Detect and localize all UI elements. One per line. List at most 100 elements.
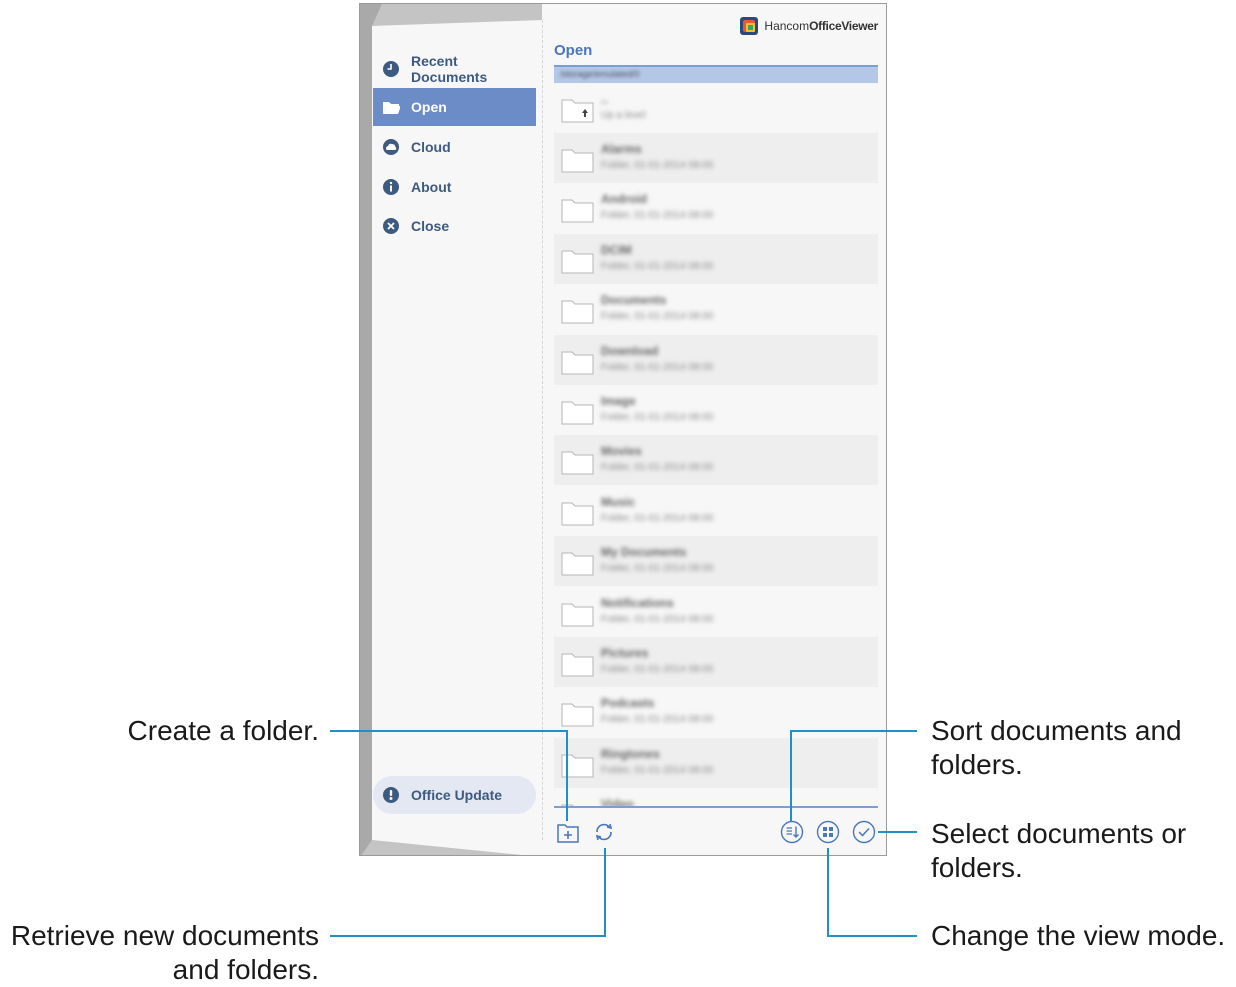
row-name: Image xyxy=(601,394,636,408)
list-bottom-border xyxy=(554,806,878,808)
folder-row[interactable]: Pictures Folder, 01-01-2014 08:00 xyxy=(554,637,878,687)
folder-icon xyxy=(561,703,594,727)
folder-row[interactable]: Movies Folder, 01-01-2014 08:00 xyxy=(554,435,878,486)
info-icon xyxy=(382,178,400,196)
folder-row[interactable]: DCIM Folder, 01-01-2014 08:00 xyxy=(554,233,878,284)
check-circle-icon xyxy=(852,820,876,844)
update-icon xyxy=(382,786,400,804)
folder-icon xyxy=(561,552,594,576)
folder-row[interactable]: Podcasts Folder, 01-01-2014 08:00 xyxy=(554,687,878,737)
callout-select: Select documents or folders. xyxy=(931,818,1187,883)
row-name: Music xyxy=(601,494,636,509)
folder-icon xyxy=(561,451,594,475)
sidebar-item-open[interactable]: Open xyxy=(373,88,536,126)
path-bar: /storage/emulated/0 xyxy=(554,65,878,83)
sidebar-item-about[interactable]: About xyxy=(373,168,536,206)
refresh-icon xyxy=(595,823,613,841)
folder-icon xyxy=(561,653,594,677)
row-meta: Folder, 01-01-2014 08:00 xyxy=(601,311,714,323)
sidebar-item-label: Open xyxy=(411,99,447,115)
close-icon xyxy=(382,217,400,235)
grid-view-icon xyxy=(816,820,840,844)
folder-icon xyxy=(561,603,594,627)
folder-icon xyxy=(561,199,594,223)
office-update-label: Office Update xyxy=(411,787,503,803)
row-name: Podcasts xyxy=(601,696,655,711)
callout-view-mode: Change the view mode. xyxy=(931,920,1226,951)
refresh-button[interactable] xyxy=(592,820,616,844)
folder-icon xyxy=(561,351,594,375)
folder-row[interactable]: Alarms Folder, 01-01-2014 08:00 xyxy=(554,133,878,183)
callout-retrieve: Retrieve new documents and folders. xyxy=(10,920,319,985)
row-meta: Folder, 01-01-2014 08:00 xyxy=(601,714,714,726)
pane-divider xyxy=(542,20,543,840)
clock-icon xyxy=(382,60,400,78)
row-name: Android xyxy=(601,192,647,207)
sidebar: Recent Documents Open Cloud About Close … xyxy=(360,4,542,855)
row-meta: Folder, 01-01-2014 08:00 xyxy=(601,210,714,222)
row-meta: Up a level xyxy=(601,110,646,121)
app-screen: Recent Documents Open Cloud About Close … xyxy=(359,3,887,856)
row-name: Ringtones xyxy=(601,746,660,761)
sidebar-item-recent-documents[interactable]: Recent Documents xyxy=(373,50,536,88)
sidebar-item-close[interactable]: Close xyxy=(373,207,536,245)
page-title: Open xyxy=(554,42,593,59)
row-name: Notifications xyxy=(601,595,674,610)
row-meta: Folder, 01-01-2014 08:00 xyxy=(601,462,714,474)
brand-name: OfficeViewer xyxy=(809,19,878,33)
sidebar-item-label: Close xyxy=(411,218,450,234)
row-name: .. xyxy=(601,92,608,106)
row-meta: Folder, 01-01-2014 08:00 xyxy=(601,764,714,776)
up-level-row[interactable]: .. Up a level xyxy=(554,83,878,133)
row-name: Documents xyxy=(601,293,667,308)
folder-plus-icon xyxy=(557,824,579,843)
folder-open-icon xyxy=(382,98,400,116)
sort-button[interactable] xyxy=(780,820,804,844)
brand-prefix: Hancom xyxy=(764,19,810,33)
sidebar-item-label: About xyxy=(411,179,452,195)
select-button[interactable] xyxy=(852,820,876,844)
folder-up-icon xyxy=(561,99,594,123)
row-name: DCIM xyxy=(601,242,632,257)
folder-icon xyxy=(561,250,594,274)
folder-icon xyxy=(561,149,594,173)
row-meta: Folder, 01-01-2014 08:00 xyxy=(601,563,714,575)
folder-icon xyxy=(561,502,594,526)
folder-icon xyxy=(561,401,594,425)
folder-row[interactable]: Android Folder, 01-01-2014 08:00 xyxy=(554,183,878,233)
office-update-button[interactable]: Office Update xyxy=(373,776,536,814)
row-name: Movies xyxy=(601,444,642,459)
row-meta: Folder, 01-01-2014 08:00 xyxy=(601,361,714,373)
folder-row[interactable]: Documents Folder, 01-01-2014 08:00 xyxy=(554,284,878,334)
app-brand: Hancom OfficeViewer xyxy=(740,16,878,36)
row-meta: Folder, 01-01-2014 08:00 xyxy=(601,160,714,171)
callout-create-folder: Create a folder. xyxy=(127,715,319,746)
sidebar-item-cloud[interactable]: Cloud xyxy=(373,128,536,166)
row-meta: Folder, 01-01-2014 08:00 xyxy=(601,512,714,524)
path-text: /storage/emulated/0 xyxy=(560,69,640,79)
folder-row[interactable]: Music Folder, 01-01-2014 08:00 xyxy=(554,486,878,536)
sidebar-item-label: Recent Documents xyxy=(411,53,488,85)
hancom-logo-icon xyxy=(740,17,759,35)
row-meta: Folder, 01-01-2014 08:00 xyxy=(601,613,714,625)
row-meta: Folder, 01-01-2014 08:00 xyxy=(601,664,714,675)
file-list: .. Up a level Alarms Folder, 01-01-2014 0… xyxy=(554,83,878,808)
sort-icon xyxy=(780,820,804,844)
row-name: Download xyxy=(601,343,659,358)
sidebar-item-label: Cloud xyxy=(411,139,451,155)
folder-row[interactable]: My Documents Folder, 01-01-2014 08:00 xyxy=(554,536,878,587)
callout-sort: Sort documents and folders. xyxy=(931,715,1182,780)
folder-row[interactable]: Image Folder, 01-01-2014 08:00 xyxy=(554,385,878,435)
folder-icon xyxy=(561,754,594,778)
folder-row[interactable]: Ringtones Folder, 01-01-2014 08:00 xyxy=(554,737,878,788)
view-mode-button[interactable] xyxy=(816,820,840,844)
cloud-icon xyxy=(382,138,400,156)
folder-row[interactable]: Download Folder, 01-01-2014 08:00 xyxy=(554,334,878,385)
create-folder-button[interactable] xyxy=(556,821,580,845)
row-name: My Documents xyxy=(601,545,687,560)
row-name: Pictures xyxy=(601,646,649,660)
row-name: Alarms xyxy=(601,142,642,156)
row-meta: Folder, 01-01-2014 08:00 xyxy=(601,412,714,423)
row-meta: Folder, 01-01-2014 08:00 xyxy=(601,260,714,272)
folder-row[interactable]: Notifications Folder, 01-01-2014 08:00 xyxy=(554,587,878,637)
